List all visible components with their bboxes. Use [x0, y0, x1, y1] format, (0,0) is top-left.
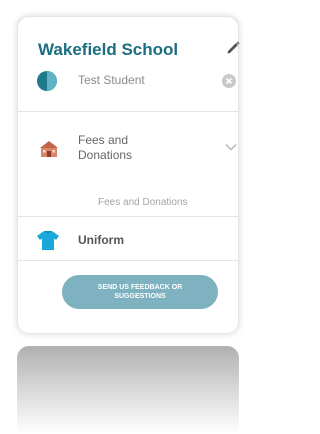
chevron-down-icon[interactable]: [224, 140, 238, 154]
pencil-icon[interactable]: [225, 39, 241, 55]
remove-student-icon[interactable]: [221, 73, 237, 89]
fees-submenu-item[interactable]: Fees and Donations: [98, 197, 188, 208]
student-avatar-icon: [37, 71, 57, 91]
divider: [18, 111, 238, 112]
section-title-fees: Fees and Donations: [78, 133, 133, 162]
section-title-uniform: Uniform: [78, 233, 124, 247]
card-reflection: [17, 346, 239, 434]
school-name: Wakefield School: [38, 40, 179, 59]
tshirt-icon: [37, 230, 59, 250]
school-building-icon: [40, 141, 58, 157]
student-row[interactable]: Test Student: [36, 67, 236, 95]
school-card: Wakefield School Test Student Fees and D…: [17, 16, 241, 334]
student-name: Test Student: [78, 73, 145, 87]
section-fees-and-donations[interactable]: Fees and Donations: [36, 131, 238, 181]
section-uniform[interactable]: Uniform: [36, 228, 236, 256]
feedback-button[interactable]: SEND US FEEDBACK OR SUGGESTIONS: [62, 275, 218, 309]
divider: [18, 260, 238, 261]
divider: [18, 216, 238, 217]
